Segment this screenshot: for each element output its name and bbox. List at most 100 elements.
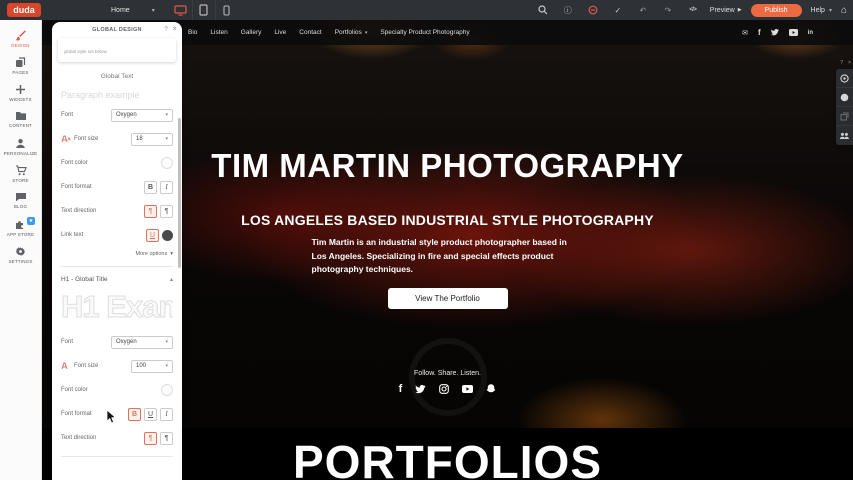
- close-icon[interactable]: ×: [848, 60, 851, 66]
- font-select[interactable]: Oxygen ▾: [111, 109, 173, 122]
- twitter-icon[interactable]: [415, 385, 426, 394]
- chat-bubble-icon: [15, 192, 27, 202]
- section-divider: [61, 266, 173, 267]
- h1-font-color-swatch[interactable]: [161, 384, 173, 396]
- pages-icon: [15, 57, 26, 68]
- link-color-swatch[interactable]: [162, 230, 173, 241]
- star-icon: ★: [29, 218, 33, 224]
- site-nav-portfolios[interactable]: Portfolios ▾: [335, 29, 368, 36]
- email-icon[interactable]: ✉: [742, 29, 748, 37]
- h1-section-header[interactable]: H1 - Global Title ▴: [61, 276, 173, 283]
- font-color-row: Font color: [61, 154, 173, 172]
- panel-body: Global Text Paragraph example Font Oxyge…: [52, 73, 182, 457]
- instagram-icon[interactable]: [439, 384, 449, 394]
- panel-scrollbar[interactable]: [178, 118, 181, 268]
- help-icon[interactable]: ?: [164, 27, 168, 33]
- text-direction-row: Text direction ¶ ¶: [61, 202, 173, 220]
- check-icon[interactable]: ✓: [610, 2, 626, 18]
- site-nav-listen[interactable]: Listen: [210, 29, 227, 36]
- chevron-down-icon: ▾: [170, 251, 173, 257]
- sidebar-item-blog[interactable]: BLOG: [0, 187, 41, 214]
- sidebar-item-store[interactable]: STORE: [0, 160, 41, 187]
- lens-tool-button[interactable]: [836, 69, 853, 88]
- facebook-icon[interactable]: f: [399, 383, 403, 395]
- chevron-down-icon: ▾: [152, 7, 155, 14]
- italic-button[interactable]: I: [160, 181, 173, 194]
- ltr-button[interactable]: ¶: [144, 205, 157, 218]
- preview-button[interactable]: Preview ▶: [710, 7, 742, 14]
- gear-icon: [15, 246, 26, 257]
- site-nav-social: ✉ f in: [742, 20, 813, 45]
- font-format-row: Font format B I: [61, 178, 173, 196]
- youtube-icon[interactable]: [462, 385, 473, 393]
- site-nav-gallery[interactable]: Gallery: [241, 29, 262, 36]
- sidebar-item-content[interactable]: CONTENT: [0, 106, 41, 133]
- sidebar-item-app-store[interactable]: APP STORE ★: [0, 214, 41, 241]
- h1-italic-button[interactable]: I: [160, 408, 173, 421]
- link-underline-button[interactable]: U: [146, 229, 159, 242]
- panel-title: GLOBAL DESIGN: [92, 27, 142, 33]
- desktop-view-button[interactable]: [169, 0, 192, 20]
- font-size-icon: [61, 362, 71, 370]
- h1-ltr-button[interactable]: ¶: [144, 432, 157, 445]
- sidebar-item-design[interactable]: DESIGN: [0, 25, 41, 52]
- h1-font-select[interactable]: Oxygen ▾: [111, 336, 173, 349]
- site-nav-specialty[interactable]: Specialty Product Photography: [380, 29, 469, 36]
- comments-icon[interactable]: [585, 2, 601, 18]
- h1-font-size-row: Font size 100 ▾: [61, 357, 173, 375]
- dashboard-home-icon[interactable]: ⌂: [841, 5, 847, 16]
- rtl-button[interactable]: ¶: [160, 205, 173, 218]
- chevron-down-icon: ▾: [165, 112, 168, 118]
- font-size-select[interactable]: 18 ▾: [131, 133, 173, 146]
- sidebar-item-settings[interactable]: SETTINGS: [0, 241, 41, 268]
- sidebar-item-widgets[interactable]: WIDGETS: [0, 79, 41, 106]
- h1-rtl-button[interactable]: ¶: [160, 432, 173, 445]
- linkedin-icon[interactable]: in: [808, 30, 813, 36]
- layers-tool-button[interactable]: [836, 107, 853, 126]
- editor-sidebar: DESIGN PAGES WIDGETS CONTENT PERSONALIZE…: [0, 20, 42, 480]
- facebook-icon[interactable]: f: [758, 28, 761, 37]
- right-floating-toolbar: [836, 69, 853, 145]
- h1-underline-button[interactable]: U: [144, 408, 157, 421]
- tablet-view-button[interactable]: [192, 0, 215, 20]
- youtube-icon[interactable]: [789, 29, 798, 36]
- view-portfolio-button[interactable]: View The Portfolio: [388, 288, 508, 309]
- redo-icon[interactable]: ↷: [660, 2, 676, 18]
- search-icon[interactable]: [535, 2, 551, 18]
- twitter-icon[interactable]: [771, 29, 779, 36]
- help-icon[interactable]: ?: [840, 60, 843, 66]
- undo-icon[interactable]: ↶: [635, 2, 651, 18]
- collaborators-button[interactable]: [836, 126, 853, 145]
- panel-notice: global style set below.: [58, 38, 176, 62]
- brush-icon: [15, 30, 26, 41]
- duda-logo[interactable]: duda: [7, 3, 41, 17]
- topbar-actions: ⓘ ✓ ↶ ↷ </> Preview ▶ Publish Help ▾ ⌂: [535, 2, 847, 18]
- h1-bold-button[interactable]: B: [128, 408, 141, 421]
- dev-mode-icon[interactable]: </>: [685, 2, 701, 18]
- bold-button[interactable]: B: [144, 181, 157, 194]
- site-nav-live[interactable]: Live: [274, 29, 286, 36]
- puzzle-icon: [15, 219, 26, 230]
- help-menu[interactable]: Help ▾: [811, 7, 832, 14]
- paragraph-preview: Paragraph example: [61, 90, 173, 100]
- more-options-link[interactable]: More options ▾: [61, 251, 173, 257]
- page-selector-label: Home: [111, 7, 130, 14]
- cart-icon: [15, 165, 27, 176]
- font-color-swatch[interactable]: [161, 157, 173, 169]
- h1-font-row: Font Oxygen ▾: [61, 333, 173, 351]
- hero-description[interactable]: Tim Martin is an industrial style produc…: [312, 236, 584, 277]
- h1-font-size-select[interactable]: 100 ▾: [131, 360, 173, 373]
- publish-button[interactable]: Publish: [751, 4, 802, 17]
- page-selector[interactable]: Home ▾: [111, 7, 155, 14]
- site-nav-contact[interactable]: Contact: [299, 29, 321, 36]
- site-nav-bio[interactable]: Bio: [188, 29, 197, 36]
- close-icon[interactable]: ×: [173, 26, 177, 33]
- comments-tool-button[interactable]: [836, 88, 853, 107]
- info-icon[interactable]: ⓘ: [560, 2, 576, 18]
- h1-text-direction-row: Text direction ¶ ¶: [61, 429, 173, 447]
- sidebar-item-pages[interactable]: PAGES: [0, 52, 41, 79]
- sidebar-item-personalize[interactable]: PERSONALIZE: [0, 133, 41, 160]
- h1-font-color-row: Font color: [61, 381, 173, 399]
- mobile-view-button[interactable]: [215, 0, 238, 20]
- snapchat-icon[interactable]: [486, 384, 496, 394]
